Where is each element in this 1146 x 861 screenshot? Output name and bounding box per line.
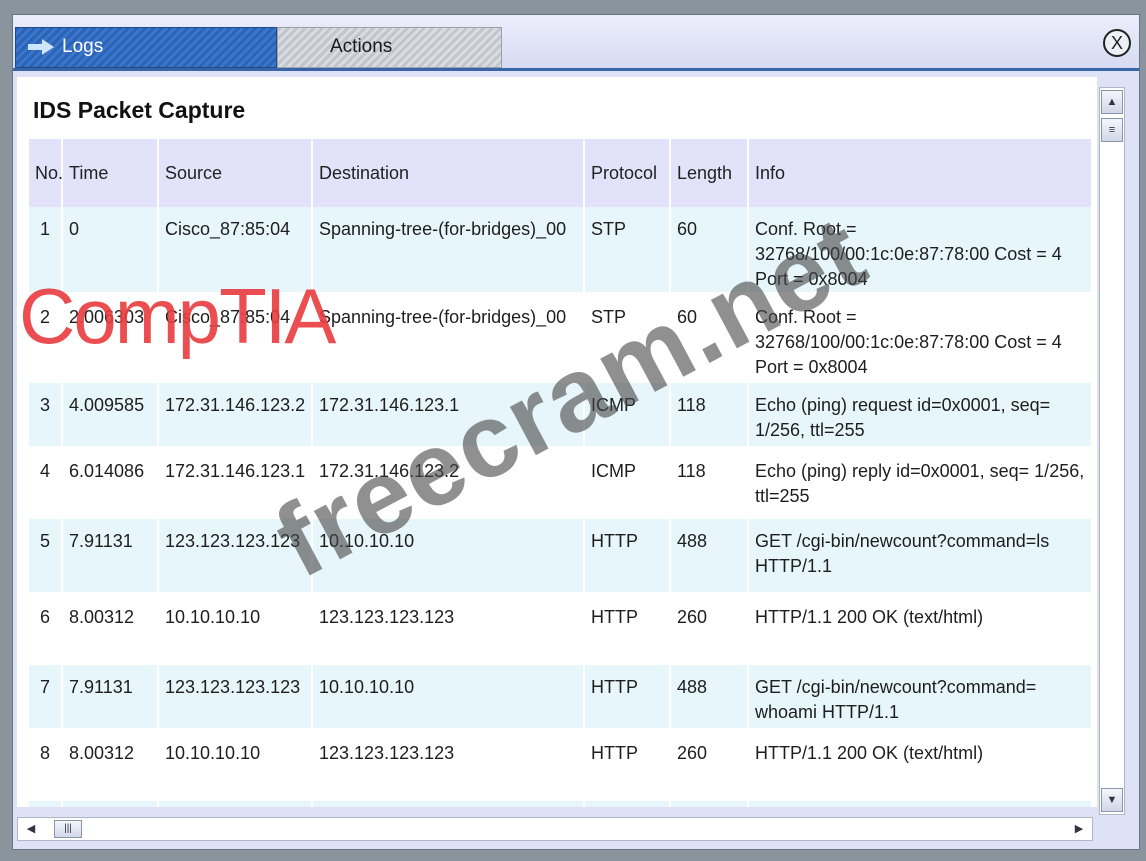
cell-length: 260 (671, 731, 749, 801)
scroll-right-icon[interactable]: ▶ (1068, 818, 1090, 840)
page-title: IDS Packet Capture (33, 97, 246, 123)
packet-table: No. Time Source Destination Protocol Len… (29, 139, 1093, 807)
table-row[interactable]: 5 7.91131 123.123.123.123 10.10.10.10 HTTP 48… (29, 519, 1093, 595)
cell-protocol: ICMP (585, 449, 671, 519)
cell-destination: 123.123.123.123 (313, 595, 585, 665)
table-row[interactable]: 6 8.00312 10.10.10.10 123.123.123.123 HTTP 26… (29, 595, 1093, 665)
cell-destination: 10.10.10.10 (313, 665, 585, 731)
cell-no: 3 (29, 383, 63, 449)
table-row[interactable]: 910.1232123.123.123.12310.10.10.10HTTP48… (29, 801, 1093, 807)
column-header-destination[interactable]: Destination (313, 139, 585, 207)
scroll-up-icon[interactable]: ▲ (1101, 90, 1123, 114)
cell-protocol: STP (585, 207, 671, 295)
column-header-protocol[interactable]: Protocol (585, 139, 671, 207)
cell-protocol: HTTP (585, 731, 671, 801)
cell-destination: Spanning-tree-(for-bridges)_00 (313, 207, 585, 295)
cell-time: 7.91131 (63, 519, 159, 595)
vertical-scrollbar[interactable]: ▲ ≡ ▼ (1099, 87, 1125, 815)
cell-info: GET /cgi-bin/newcount?command=ls% 20 l%2… (749, 801, 1093, 807)
tab-logs[interactable]: Logs (15, 27, 277, 68)
capture-panel: IDS Packet Capture No. Time Source Desti… (17, 77, 1097, 807)
cell-source: 123.123.123.123 (159, 801, 313, 807)
table-header-row: No. Time Source Destination Protocol Len… (29, 139, 1093, 207)
column-header-length[interactable]: Length (671, 139, 749, 207)
cell-time: 7.91131 (63, 665, 159, 731)
cell-no: 5 (29, 519, 63, 595)
table-row[interactable]: 7 7.91131 123.123.123.123 10.10.10.10 HTTP 48… (29, 665, 1093, 731)
scroll-thumb-grip-icon[interactable]: ≡ (1101, 118, 1123, 142)
cell-no: 7 (29, 665, 63, 731)
scroll-down-icon[interactable]: ▼ (1101, 788, 1123, 812)
cell-info: GET /cgi-bin/newcount?command=ls HTTP/1.… (749, 519, 1093, 595)
cell-time: 8.00312 (63, 731, 159, 801)
cell-no: 9 (29, 801, 63, 807)
cell-protocol: HTTP (585, 801, 671, 807)
horizontal-scrollbar[interactable]: ◀ ||| ▶ (17, 817, 1093, 841)
scroll-left-icon[interactable]: ◀ (20, 818, 42, 840)
close-button[interactable]: X (1103, 29, 1131, 57)
column-header-info[interactable]: Info (749, 139, 1093, 207)
column-header-no[interactable]: No. (29, 139, 63, 207)
tab-actions[interactable]: Actions (277, 27, 502, 68)
cell-source: 10.10.10.10 (159, 731, 313, 801)
cell-source: 123.123.123.123 (159, 665, 313, 731)
scroll-thumb-icon[interactable]: ||| (54, 820, 82, 838)
packet-table-container: No. Time Source Destination Protocol Len… (29, 139, 1093, 807)
cell-time: 10.1232 (63, 801, 159, 807)
cell-no: 8 (29, 731, 63, 801)
cell-length: 488 (671, 519, 749, 595)
cell-length: 488 (671, 801, 749, 807)
cell-source: 10.10.10.10 (159, 595, 313, 665)
cell-no: 6 (29, 595, 63, 665)
cell-protocol: HTTP (585, 595, 671, 665)
tab-actions-label: Actions (330, 36, 393, 57)
cell-time: 8.00312 (63, 595, 159, 665)
cell-time: 6.014086 (63, 449, 159, 519)
cell-destination: 123.123.123.123 (313, 731, 585, 801)
cell-protocol: HTTP (585, 665, 671, 731)
log-window: Logs Actions X IDS Packet Capture No. Ti… (12, 14, 1140, 850)
cell-info: Echo (ping) request id=0x0001, seq= 1/25… (749, 383, 1093, 449)
cell-time: 4.009585 (63, 383, 159, 449)
column-header-source[interactable]: Source (159, 139, 313, 207)
column-header-time[interactable]: Time (63, 139, 159, 207)
cell-info: HTTP/1.1 200 OK (text/html) (749, 731, 1093, 801)
cell-info: HTTP/1.1 200 OK (text/html) (749, 595, 1093, 665)
cell-protocol: HTTP (585, 519, 671, 595)
cell-source: 172.31.146.123.2 (159, 383, 313, 449)
arrow-right-icon (28, 38, 54, 55)
cell-length: 118 (671, 449, 749, 519)
cell-length: 260 (671, 595, 749, 665)
cell-no: 4 (29, 449, 63, 519)
table-row[interactable]: 8 8.00312 10.10.10.10 123.123.123.123 HTTP 26… (29, 731, 1093, 801)
cell-info: Echo (ping) reply id=0x0001, seq= 1/256,… (749, 449, 1093, 519)
cell-destination: 10.10.10.10 (313, 801, 585, 807)
tab-logs-label: Logs (62, 36, 104, 57)
comptia-watermark: CompTIA (19, 272, 336, 360)
tab-bar: Logs Actions X (13, 15, 1139, 71)
cell-length: 488 (671, 665, 749, 731)
cell-info: GET /cgi-bin/newcount?command= whoami HT… (749, 665, 1093, 731)
